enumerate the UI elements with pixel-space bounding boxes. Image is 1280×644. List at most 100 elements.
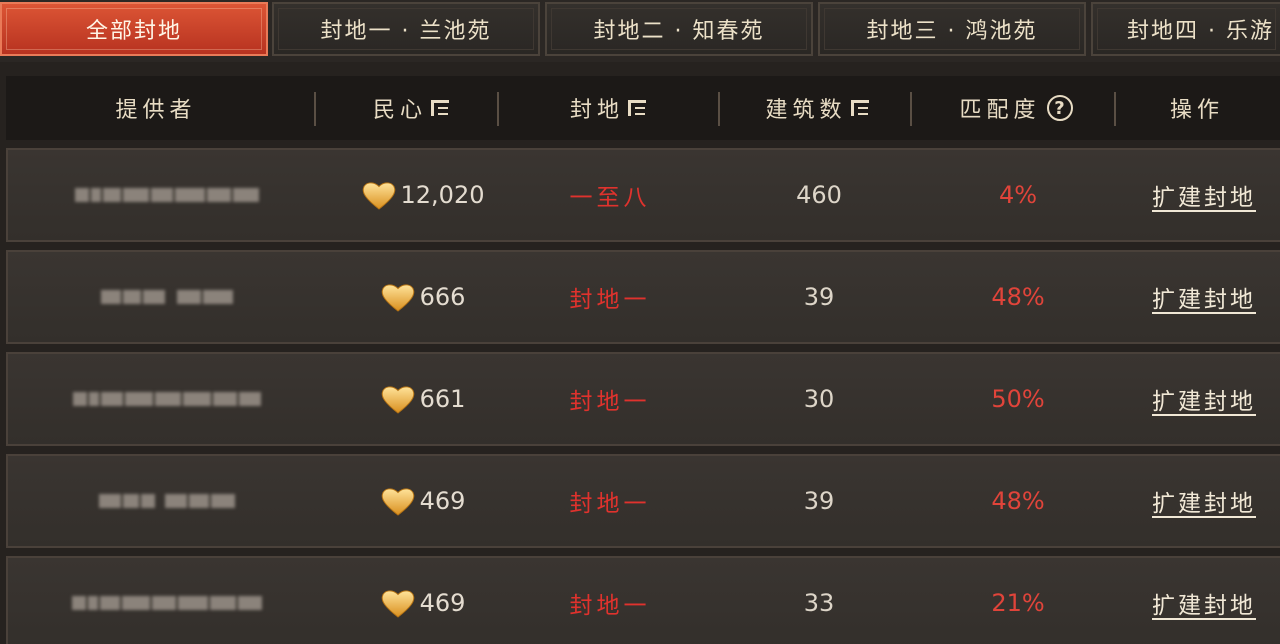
minxin-value: 469 xyxy=(419,589,466,617)
tab-label: 封地一 · 兰池苑 xyxy=(320,19,492,44)
fief-cell: 封地一 xyxy=(508,456,712,546)
header-action: 操作 xyxy=(1122,76,1272,140)
header-divider xyxy=(497,92,499,126)
header-divider xyxy=(718,92,720,126)
header-action-label: 操作 xyxy=(1169,98,1224,123)
blurred-text xyxy=(101,289,235,305)
provider-name-blurred xyxy=(38,558,298,644)
provider-name-blurred xyxy=(38,354,298,444)
action-cell: 扩建封地 xyxy=(1124,150,1280,240)
buildings-cell: 30 xyxy=(728,354,910,444)
header-divider xyxy=(910,92,912,126)
action-cell: 扩建封地 xyxy=(1124,354,1280,444)
table-row: 12,020 一至八 460 4% 扩建封地 xyxy=(6,148,1280,242)
minxin-cell: 661 xyxy=(338,354,508,444)
fief-value: 封地一 xyxy=(569,389,651,415)
fief-value: 封地一 xyxy=(569,491,651,517)
buildings-cell: 460 xyxy=(728,150,910,240)
tab-label: 封地四 · 乐游 xyxy=(1127,19,1274,44)
gold-heart-icon xyxy=(362,182,395,210)
action-cell: 扩建封地 xyxy=(1124,558,1280,644)
match-cell: 21% xyxy=(920,558,1116,644)
tab-fief-4[interactable]: 封地四 · 乐游 xyxy=(1091,2,1280,56)
sort-filter-icon[interactable] xyxy=(850,99,869,117)
help-circle-icon[interactable]: ? xyxy=(1046,95,1073,121)
minxin-cell: 469 xyxy=(338,456,508,546)
match-cell: 4% xyxy=(920,150,1116,240)
minxin-cell: 666 xyxy=(338,252,508,342)
match-cell: 48% xyxy=(920,456,1116,546)
blurred-text xyxy=(99,493,237,509)
expand-fief-link[interactable]: 扩建封地 xyxy=(1152,178,1256,212)
minxin-cell: 12,020 xyxy=(338,150,508,240)
fief-cell: 封地一 xyxy=(508,558,712,644)
fief-value: 封地一 xyxy=(569,287,651,313)
header-match: 匹配度 ? xyxy=(918,76,1114,140)
provider-name-blurred xyxy=(38,252,298,342)
fief-cell: 封地一 xyxy=(508,252,712,342)
header-match-label: 匹配度 xyxy=(959,98,1041,123)
minxin-cell: 469 xyxy=(338,558,508,644)
provider-name-blurred xyxy=(38,456,298,546)
minxin-value: 469 xyxy=(419,487,466,515)
tab-all-fiefs[interactable]: 全部封地 xyxy=(0,2,268,56)
header-divider xyxy=(314,92,316,126)
match-value: 48% xyxy=(991,283,1045,311)
table-row: 666 封地一 39 48% 扩建封地 xyxy=(6,250,1280,344)
table-row: 469 封地一 33 21% 扩建封地 xyxy=(6,556,1280,644)
header-minxin[interactable]: 民心 xyxy=(326,76,496,140)
header-provider-label: 提供者 xyxy=(115,98,197,123)
tab-label: 全部封地 xyxy=(85,19,182,44)
buildings-cell: 39 xyxy=(728,456,910,546)
header-fief-label: 封地 xyxy=(569,98,624,123)
minxin-value: 661 xyxy=(419,385,466,413)
gold-heart-icon xyxy=(381,590,414,618)
buildings-value: 30 xyxy=(803,385,835,413)
gold-heart-icon xyxy=(381,386,414,414)
blurred-text xyxy=(75,187,261,203)
tab-fief-1[interactable]: 封地一 · 兰池苑 xyxy=(272,2,540,56)
header-divider xyxy=(1114,92,1116,126)
fief-cell: 封地一 xyxy=(508,354,712,444)
tab-fief-2[interactable]: 封地二 · 知春苑 xyxy=(545,2,813,56)
buildings-value: 39 xyxy=(803,487,835,515)
header-fief[interactable]: 封地 xyxy=(506,76,710,140)
tab-fief-3[interactable]: 封地三 · 鸿池苑 xyxy=(818,2,1086,56)
tab-label: 封地二 · 知春苑 xyxy=(593,19,765,44)
table-row: 661 封地一 30 50% 扩建封地 xyxy=(6,352,1280,446)
action-cell: 扩建封地 xyxy=(1124,456,1280,546)
buildings-value: 33 xyxy=(803,589,835,617)
header-buildings[interactable]: 建筑数 xyxy=(726,76,908,140)
expand-fief-link[interactable]: 扩建封地 xyxy=(1152,382,1256,416)
match-value: 50% xyxy=(991,385,1045,413)
match-value: 4% xyxy=(998,181,1038,209)
expand-fief-link[interactable]: 扩建封地 xyxy=(1152,280,1256,314)
fief-value: 一至八 xyxy=(569,185,651,211)
match-value: 21% xyxy=(991,589,1045,617)
minxin-value: 666 xyxy=(419,283,466,311)
match-value: 48% xyxy=(991,487,1045,515)
buildings-value: 460 xyxy=(796,181,842,209)
buildings-value: 39 xyxy=(803,283,835,311)
table-header: 提供者 民心 封地 建筑数 匹配度 ? 操作 xyxy=(6,76,1280,140)
action-cell: 扩建封地 xyxy=(1124,252,1280,342)
gold-heart-icon xyxy=(381,284,414,312)
expand-fief-link[interactable]: 扩建封地 xyxy=(1152,484,1256,518)
gold-heart-icon xyxy=(381,488,414,516)
tab-label: 封地三 · 鸿池苑 xyxy=(866,19,1038,44)
blurred-text xyxy=(72,595,264,611)
buildings-cell: 39 xyxy=(728,252,910,342)
fief-value: 封地一 xyxy=(569,593,651,619)
expand-fief-link[interactable]: 扩建封地 xyxy=(1152,586,1256,620)
match-cell: 48% xyxy=(920,252,1116,342)
blurred-text xyxy=(73,391,263,407)
header-provider: 提供者 xyxy=(76,76,236,140)
provider-name-blurred xyxy=(38,150,298,240)
buildings-cell: 33 xyxy=(728,558,910,644)
match-cell: 50% xyxy=(920,354,1116,444)
fief-cell: 一至八 xyxy=(508,150,712,240)
header-buildings-label: 建筑数 xyxy=(765,98,847,123)
sort-filter-icon[interactable] xyxy=(431,99,449,117)
table-row: 469 封地一 39 48% 扩建封地 xyxy=(6,454,1280,548)
sort-filter-icon[interactable] xyxy=(628,99,646,117)
